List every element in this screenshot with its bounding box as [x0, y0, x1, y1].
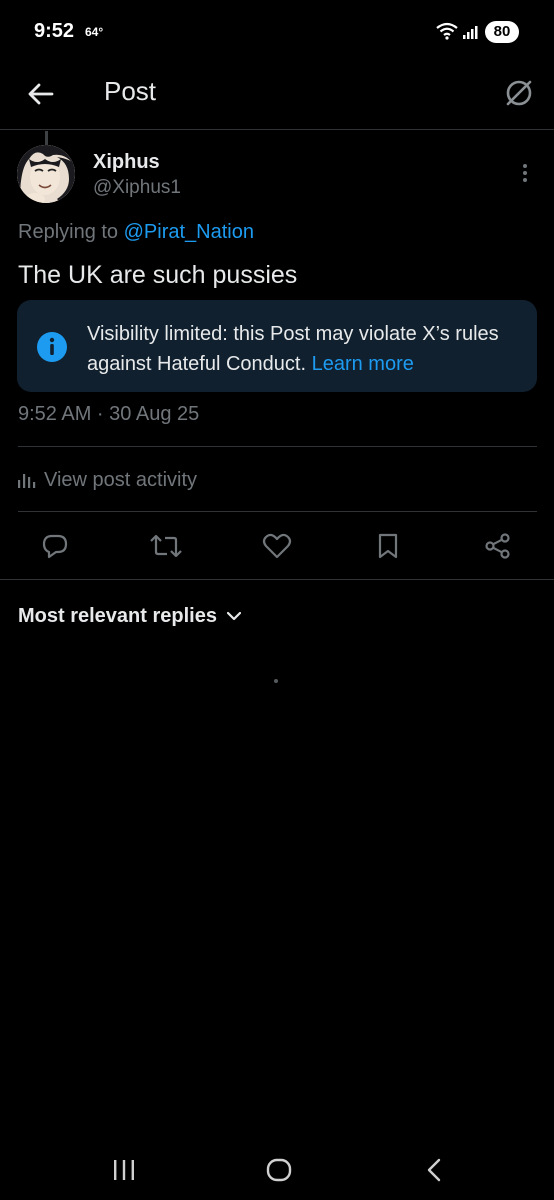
replying-to-line: Replying to @Pirat_Nation: [18, 221, 254, 244]
view-post-activity-button[interactable]: View post activity: [18, 465, 197, 495]
more-vertical-icon: [523, 164, 527, 182]
loading-indicator: [274, 679, 278, 683]
battery-indicator: 80: [485, 21, 519, 43]
back-button[interactable]: [20, 74, 60, 114]
system-nav-bar: [0, 1140, 554, 1200]
avatar[interactable]: [17, 145, 75, 203]
page-title: Post: [104, 76, 157, 106]
replying-prefix: Replying to: [18, 221, 119, 243]
thread-connector: [45, 131, 48, 145]
grok-button[interactable]: [498, 72, 540, 114]
like-icon: [262, 533, 292, 559]
visibility-notice: Visibility limited: this Post may violat…: [17, 300, 537, 392]
analytics-icon: [18, 474, 36, 488]
learn-more-link[interactable]: Learn more: [312, 353, 414, 375]
sort-label: Most relevant replies: [18, 604, 217, 627]
bookmark-button[interactable]: [372, 530, 404, 562]
info-icon: [37, 332, 67, 362]
recent-apps-button[interactable]: [104, 1152, 144, 1188]
home-icon: [266, 1158, 292, 1182]
display-name[interactable]: Xiphus: [93, 151, 160, 174]
recent-apps-icon: [114, 1160, 134, 1180]
status-bar: 9:52 64° 80: [0, 0, 554, 62]
share-icon: [485, 533, 510, 559]
bookmark-icon: [378, 533, 398, 559]
action-bar: [0, 512, 554, 580]
notice-message: Visibility limited: this Post may violat…: [87, 323, 499, 375]
notice-text: Visibility limited: this Post may violat…: [87, 319, 527, 379]
status-temperature: 64°: [85, 25, 104, 39]
signal-icon: [463, 23, 481, 44]
grok-icon: [506, 80, 532, 106]
replies-sort-dropdown[interactable]: Most relevant replies: [18, 601, 241, 631]
share-button[interactable]: [482, 530, 514, 562]
view-post-activity-label: View post activity: [44, 468, 198, 491]
like-button[interactable]: [261, 530, 293, 562]
more-options-button[interactable]: [512, 158, 538, 188]
divider: [18, 446, 537, 447]
status-time: 9:52: [34, 20, 75, 42]
home-button[interactable]: [259, 1152, 299, 1188]
post-text: The UK are such pussies: [18, 261, 298, 289]
system-back-button[interactable]: [414, 1152, 454, 1188]
post-header: Post: [0, 62, 554, 130]
chevron-down-icon: [226, 611, 241, 621]
repost-button[interactable]: [150, 530, 182, 562]
wifi-icon: [436, 22, 458, 45]
user-handle[interactable]: @Xiphus1: [93, 177, 181, 199]
repost-icon: [150, 534, 182, 558]
reply-icon: [42, 534, 68, 559]
chevron-left-icon: [427, 1158, 441, 1182]
replying-to-link[interactable]: @Pirat_Nation: [124, 221, 254, 243]
post-timestamp: 9:52 AM · 30 Aug 25: [18, 403, 200, 425]
arrow-left-icon: [28, 83, 54, 105]
reply-button[interactable]: [39, 530, 71, 562]
